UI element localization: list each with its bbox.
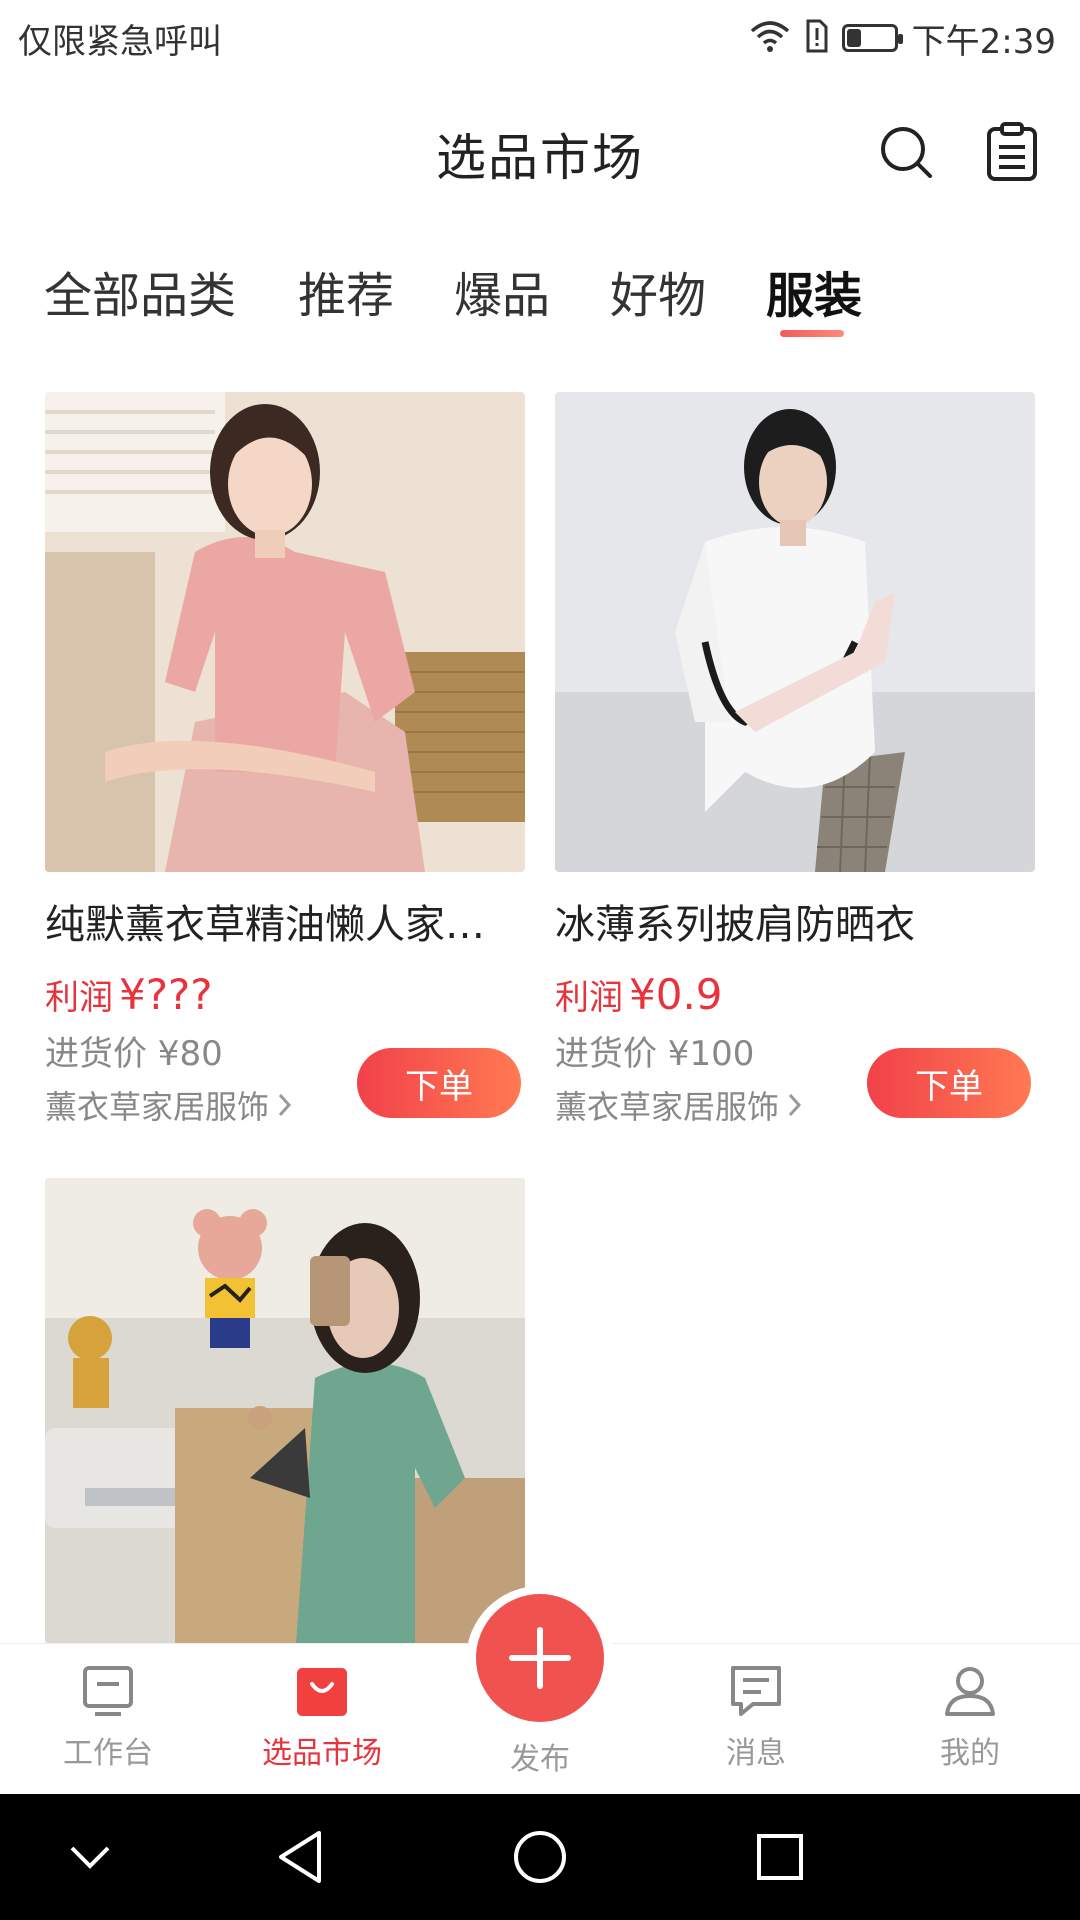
nav-me[interactable]: 我的 — [890, 1664, 1050, 1772]
status-bar: 仅限紧急呼叫 下午2:39 — [0, 0, 1080, 76]
home-button[interactable] — [505, 1822, 575, 1892]
product-card[interactable]: 冰薄系列披肩防晒衣 利润 ¥0.9 进货价 ¥100 薰衣草家居服饰 下单 — [555, 392, 1035, 1132]
plus-icon — [509, 1627, 571, 1689]
tab-hot-items[interactable]: 爆品 — [454, 256, 550, 326]
product-image[interactable] — [45, 1178, 525, 1644]
nav-workbench[interactable]: 工作台 — [28, 1664, 188, 1772]
user-icon — [943, 1664, 997, 1718]
nav-label: 工作台 — [63, 1736, 153, 1771]
tab-clothing[interactable]: 服装 — [766, 256, 862, 326]
product-card[interactable] — [45, 1178, 525, 1644]
product-photo-sun-protection-shawl — [555, 392, 1035, 872]
active-tab-indicator — [780, 330, 844, 337]
product-photo-green-tshirt — [45, 1178, 525, 1644]
collapse-button[interactable] — [55, 1822, 125, 1892]
message-icon — [729, 1664, 783, 1718]
battery-icon — [841, 24, 903, 52]
back-button[interactable] — [265, 1822, 335, 1892]
chevron-right-icon — [788, 1093, 802, 1117]
profit-row: 利润 ¥0.9 — [555, 970, 723, 1019]
system-nav-bar — [0, 1794, 1080, 1920]
product-image[interactable] — [555, 392, 1035, 872]
tab-good-things[interactable]: 好物 — [610, 256, 706, 326]
product-title[interactable]: 纯默薰衣草精油懒人家… — [45, 892, 525, 950]
chevron-right-icon — [278, 1093, 292, 1117]
shop-name: 薰衣草家居服饰 — [555, 1088, 780, 1126]
profit-label: 利润 — [555, 978, 623, 1018]
battery-level — [846, 29, 862, 47]
nav-selection-market[interactable]: 选品市场 — [242, 1664, 402, 1772]
order-button[interactable]: 下单 — [867, 1048, 1031, 1118]
product-card[interactable]: 纯默薰衣草精油懒人家… 利润 ¥??? 进货价 ¥80 薰衣草家居服饰 下单 — [45, 392, 525, 1132]
sim-alert-icon — [804, 19, 828, 57]
back-triangle-icon — [279, 1831, 321, 1883]
profit-value: ¥??? — [119, 970, 213, 1019]
app-header: 选品市场 — [0, 96, 1080, 206]
nav-label: 消息 — [726, 1736, 786, 1771]
purchase-price: 进货价 ¥80 — [45, 1034, 223, 1074]
shopping-bag-icon — [295, 1664, 349, 1718]
publish-label[interactable]: 发布 — [460, 1734, 620, 1778]
nav-label: 我的 — [940, 1736, 1000, 1771]
tab-recommended[interactable]: 推荐 — [298, 256, 394, 326]
shop-link[interactable]: 薰衣草家居服饰 — [45, 1082, 293, 1128]
product-image[interactable] — [45, 392, 525, 872]
carrier-text: 仅限紧急呼叫 — [18, 22, 222, 62]
clipboard-button[interactable] — [976, 116, 1048, 188]
profit-row: 利润 ¥??? — [45, 970, 213, 1019]
search-button[interactable] — [870, 116, 942, 188]
clock: 下午2:39 — [911, 21, 1056, 62]
clipboard-icon — [987, 122, 1037, 181]
publish-button[interactable] — [476, 1594, 604, 1722]
nav-label: 选品市场 — [262, 1736, 382, 1771]
monitor-icon — [81, 1664, 135, 1718]
nav-messages[interactable]: 消息 — [676, 1664, 836, 1772]
category-tabs: 全部品类 推荐 爆品 好物 服装 — [0, 240, 1080, 350]
order-button[interactable]: 下单 — [357, 1048, 521, 1118]
recents-square-icon — [757, 1834, 803, 1880]
tab-all-categories[interactable]: 全部品类 — [44, 256, 236, 326]
purchase-price: 进货价 ¥100 — [555, 1034, 755, 1074]
product-title[interactable]: 冰薄系列披肩防晒衣 — [555, 892, 1035, 950]
shop-name: 薰衣草家居服饰 — [45, 1088, 270, 1126]
recents-button[interactable] — [745, 1822, 815, 1892]
profit-label: 利润 — [45, 978, 113, 1018]
home-circle-icon — [514, 1831, 566, 1883]
product-photo-pink-tshirt — [45, 392, 525, 872]
shop-link[interactable]: 薰衣草家居服饰 — [555, 1082, 803, 1128]
profit-value: ¥0.9 — [629, 970, 723, 1019]
search-icon — [881, 127, 932, 178]
chevron-down-icon — [70, 1846, 110, 1869]
wifi-icon — [750, 19, 790, 57]
status-icons: 下午2:39 — [750, 10, 1056, 66]
